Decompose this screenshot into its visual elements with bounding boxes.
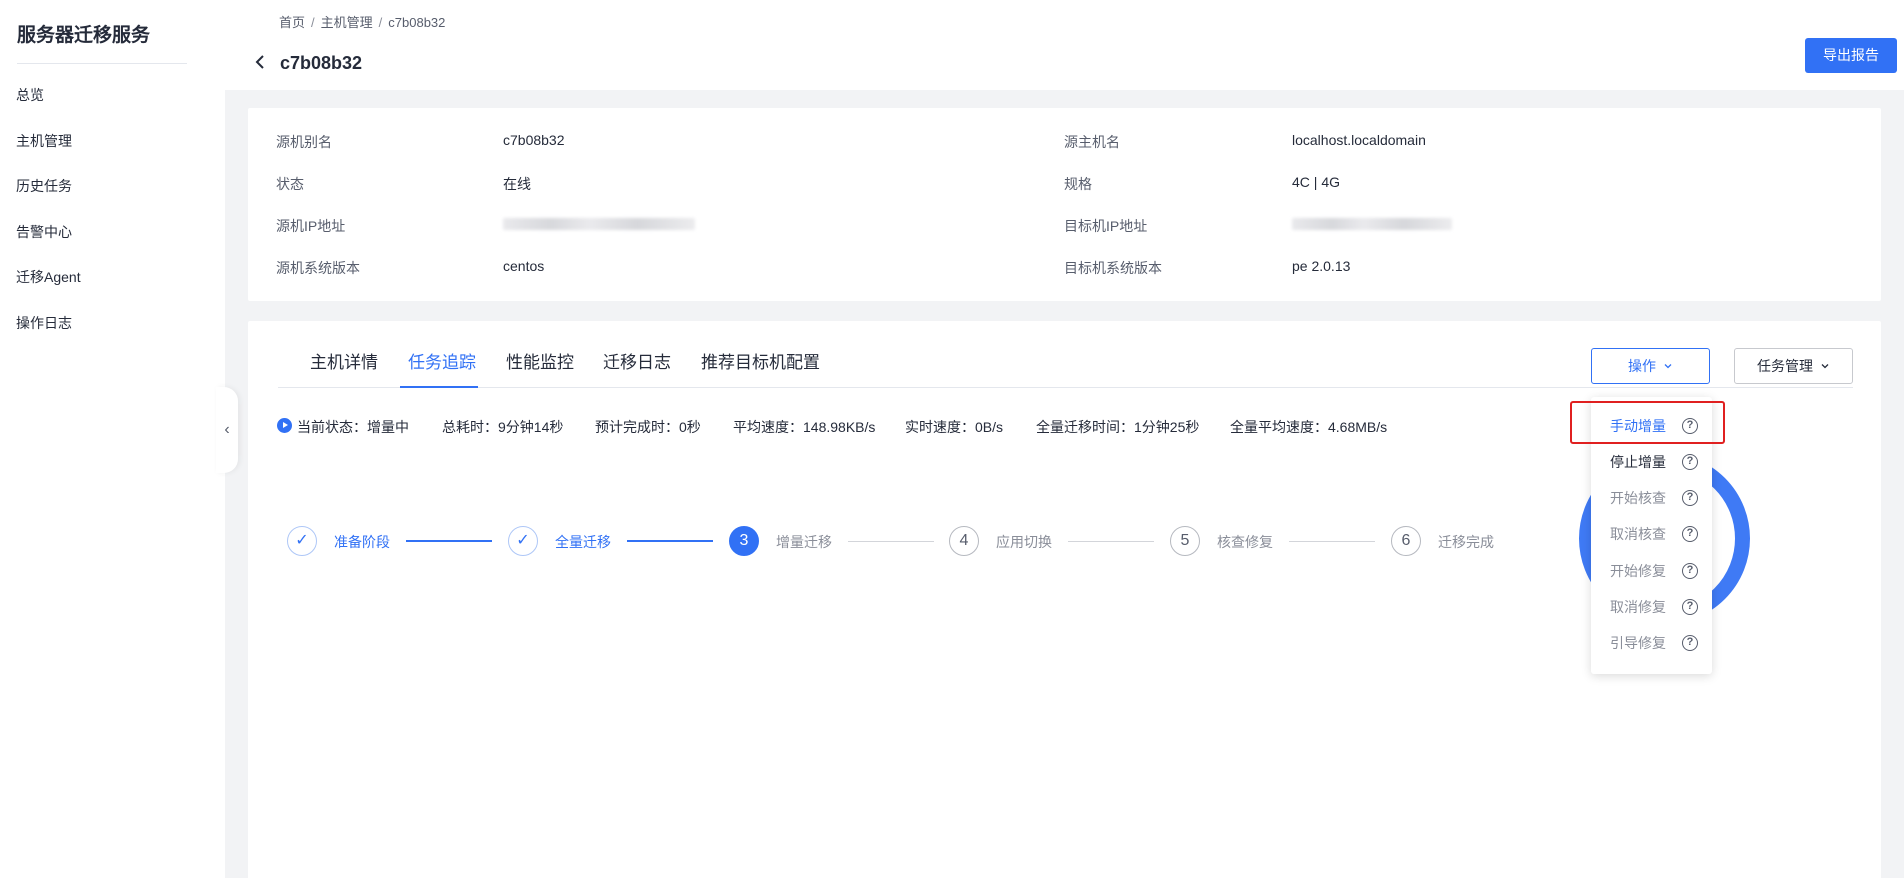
source-os-value: centos — [503, 258, 545, 274]
step-4-label: 应用切换 — [996, 534, 1052, 550]
chevron-down-icon — [1821, 364, 1829, 369]
task-management-button-label: 任务管理 — [1757, 358, 1814, 374]
source-ip-label: 源机IP地址 — [276, 218, 346, 234]
source-hostname-label: 源主机名 — [1064, 134, 1120, 150]
sidebar-item-history-tasks[interactable]: 历史任务 — [16, 176, 72, 196]
active-tab-indicator — [400, 386, 478, 388]
realtime-speed: 实时速度：0B/s — [905, 419, 1004, 435]
full-average-speed: 全量平均速度：4.68MB/s — [1230, 419, 1388, 435]
arrow-left-icon — [255, 55, 264, 69]
full-migration-time: 全量迁移时间：1分钟25秒 — [1036, 419, 1200, 435]
source-ip-value-redacted — [503, 218, 695, 230]
tab-host-details[interactable]: 主机详情 — [310, 348, 378, 373]
source-alias-label: 源机别名 — [276, 134, 332, 150]
status-label: 状态 — [276, 176, 304, 192]
help-icon[interactable]: ? — [1682, 454, 1698, 470]
tab-divider — [278, 387, 1853, 388]
spec-label: 规格 — [1064, 176, 1092, 192]
step-6-label: 迁移完成 — [1438, 534, 1494, 550]
breadcrumb-separator: / — [378, 15, 383, 30]
help-icon[interactable]: ? — [1682, 635, 1698, 651]
step-connector — [627, 540, 713, 542]
export-report-button[interactable]: 导出报告 — [1805, 38, 1897, 73]
menu-item-start-repair[interactable]: 开始修复 — [1610, 561, 1666, 581]
step-6-marker: 6 — [1391, 526, 1421, 556]
breadcrumb-current: c7b08b32 — [388, 15, 446, 30]
menu-item-manual-increment[interactable]: 手动增量 — [1610, 416, 1666, 436]
host-info-card: 源机别名 c7b08b32 状态 在线 源机IP地址 源机系统版本 centos… — [248, 108, 1881, 301]
page-header: 首页 / 主机管理 / c7b08b32 c7b08b32 导出报告 — [225, 0, 1904, 90]
step-5-marker: 5 — [1170, 526, 1200, 556]
sidebar: 服务器迁移服务 总览 主机管理 历史任务 告警中心 迁移Agent 操作日志 — [0, 0, 225, 878]
tab-task-tracking[interactable]: 任务追踪 — [408, 348, 476, 373]
task-management-dropdown-button[interactable]: 任务管理 — [1734, 348, 1853, 384]
chevron-down-icon — [1664, 364, 1672, 369]
step-3-marker: 3 — [729, 526, 759, 556]
status-value: 在线 — [503, 176, 531, 192]
step-connector — [1068, 541, 1154, 542]
operate-button-label: 操作 — [1628, 358, 1657, 374]
step-1-label: 准备阶段 — [334, 534, 390, 550]
sidebar-divider — [17, 63, 187, 64]
target-os-label: 目标机系统版本 — [1064, 260, 1162, 276]
step-4-marker: 4 — [949, 526, 979, 556]
sidebar-item-alarm-center[interactable]: 告警中心 — [16, 222, 72, 242]
help-icon[interactable]: ? — [1682, 526, 1698, 542]
chevron-left-icon: ‹ — [224, 421, 230, 438]
step-5-label: 核查修复 — [1217, 534, 1273, 550]
help-icon[interactable]: ? — [1682, 563, 1698, 579]
sidebar-item-migration-agent[interactable]: 迁移Agent — [16, 267, 81, 287]
average-speed: 平均速度：148.98KB/s — [733, 419, 876, 435]
source-hostname-value: localhost.localdomain — [1292, 132, 1426, 148]
operate-dropdown-menu: 手动增量 ? 停止增量 ? 开始核查 ? 取消核查 ? 开始修复 ? 取消修复 … — [1591, 397, 1712, 674]
help-icon[interactable]: ? — [1682, 490, 1698, 506]
operate-dropdown-button[interactable]: 操作 — [1591, 348, 1710, 384]
breadcrumb-host-management[interactable]: 主机管理 — [321, 15, 373, 30]
spec-value: 4C | 4G — [1292, 174, 1340, 190]
tab-migration-log[interactable]: 迁移日志 — [603, 348, 671, 373]
sidebar-collapse-button[interactable]: ‹ — [216, 387, 238, 473]
total-time: 总耗时：9分钟14秒 — [442, 419, 564, 435]
source-os-label: 源机系统版本 — [276, 260, 360, 276]
page-title: c7b08b32 — [280, 53, 363, 73]
menu-item-stop-increment[interactable]: 停止增量 — [1610, 452, 1666, 472]
breadcrumb-separator: / — [311, 15, 315, 30]
app-title: 服务器迁移服务 — [17, 25, 151, 46]
step-connector — [1289, 541, 1375, 542]
status-play-icon — [277, 418, 292, 433]
tab-recommended-target-config[interactable]: 推荐目标机配置 — [701, 348, 820, 373]
menu-item-cancel-check[interactable]: 取消核查 — [1610, 524, 1666, 544]
step-1-check-icon: ✓ — [287, 526, 317, 556]
source-alias-value: c7b08b32 — [503, 132, 565, 148]
breadcrumb-home[interactable]: 首页 — [279, 15, 305, 30]
target-ip-value-redacted — [1292, 218, 1452, 230]
estimated-completion: 预计完成时：0秒 — [595, 419, 701, 435]
sidebar-item-operation-log[interactable]: 操作日志 — [16, 313, 72, 333]
current-status: 当前状态：增量中 — [297, 419, 409, 435]
menu-item-boot-repair[interactable]: 引导修复 — [1610, 633, 1666, 653]
tab-performance-monitoring[interactable]: 性能监控 — [506, 348, 574, 373]
help-icon[interactable]: ? — [1682, 599, 1698, 615]
sidebar-item-host-management[interactable]: 主机管理 — [16, 131, 72, 151]
breadcrumb: 首页 / 主机管理 / c7b08b32 — [279, 12, 445, 31]
target-os-value: pe 2.0.13 — [1292, 258, 1351, 274]
target-ip-label: 目标机IP地址 — [1064, 218, 1148, 234]
help-icon[interactable]: ? — [1682, 418, 1698, 434]
sidebar-item-overview[interactable]: 总览 — [16, 85, 44, 105]
step-3-label: 增量迁移 — [776, 534, 832, 550]
step-2-label: 全量迁移 — [555, 534, 611, 550]
back-button[interactable] — [251, 52, 271, 72]
step-connector — [848, 541, 934, 542]
menu-item-start-check[interactable]: 开始核查 — [1610, 488, 1666, 508]
menu-item-cancel-repair[interactable]: 取消修复 — [1610, 597, 1666, 617]
step-connector — [406, 540, 492, 542]
step-2-check-icon: ✓ — [508, 526, 538, 556]
